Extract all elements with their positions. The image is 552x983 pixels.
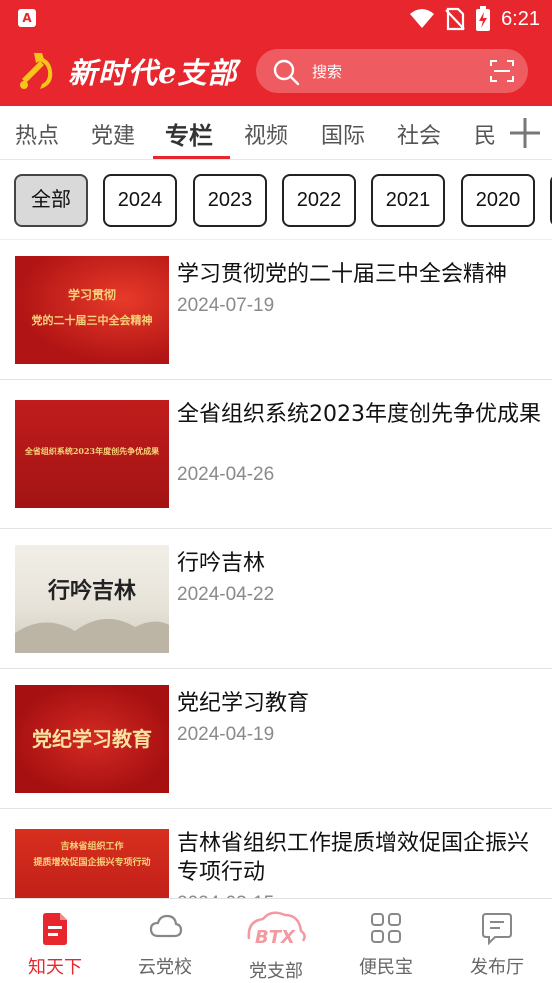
document-icon [43, 913, 67, 945]
thumbnail-caption-line: 吉林省组织工作 [60, 842, 124, 852]
tab-hot[interactable]: 热点 [15, 118, 59, 150]
list-item[interactable]: 党纪学习教育 党纪学习教育 2024-04-19 [0, 669, 552, 809]
tab-party-building[interactable]: 党建 [91, 118, 135, 150]
article-title: 学习贯彻党的二十届三中全会精神 [177, 262, 508, 287]
year-chip-2020[interactable]: 2020 [461, 174, 535, 227]
nav-label: 党支部 [249, 961, 303, 982]
year-filter-bar: 全部 2024 2023 2022 2021 2020 [0, 160, 552, 240]
list-item[interactable]: 全省组织系统2023年度创先争优成果 全省组织系统2023年度创先争优成果 20… [0, 380, 552, 529]
list-item[interactable]: 行吟吉林 行吟吉林 2024-04-22 [0, 529, 552, 669]
article-title: 全省组织系统2023年度创先争优成果 [177, 402, 541, 427]
app-notification-icon: A [18, 9, 36, 27]
article-date: 2024-07-19 [177, 295, 275, 316]
nav-convenience[interactable]: 便民宝 [331, 899, 441, 983]
mountain-decoration [15, 618, 169, 653]
article-thumbnail: 吉林省组织工作 提质增效促国企振兴专项行动 [15, 829, 169, 898]
nav-party-branch[interactable]: BTX 党支部 [221, 899, 331, 983]
bottom-navigation: 知天下 云党校 BTX 党支部 便民宝 发布厅 [0, 898, 552, 983]
battery-charging-icon [476, 6, 491, 31]
article-title: 吉林省组织工作提质增效促国企振兴专项行动 [177, 831, 530, 885]
message-icon [482, 913, 512, 946]
tab-society[interactable]: 社会 [397, 118, 441, 150]
active-tab-indicator [153, 156, 230, 159]
app-header: 新时代e支部 搜索 [0, 38, 552, 106]
search-bar[interactable]: 搜索 [256, 49, 528, 93]
year-chip-2023[interactable]: 2023 [193, 174, 267, 227]
nav-label: 云党校 [138, 957, 192, 978]
year-chip-all[interactable]: 全部 [14, 174, 88, 227]
thumbnail-caption-line: 学习贯彻 [67, 288, 116, 302]
tab-video[interactable]: 视频 [244, 118, 288, 150]
thumbnail-caption-line: 党纪学习教育 [32, 727, 152, 751]
article-thumbnail: 学习贯彻 党的二十届三中全会精神 [15, 256, 169, 364]
status-icons: 6:21 [409, 4, 540, 34]
grid-icon [371, 913, 401, 943]
article-list: 学习贯彻 党的二十届三中全会精神 学习贯彻党的二十届三中全会精神 2024-07… [0, 240, 552, 898]
nav-label: 发布厅 [470, 957, 524, 978]
article-title: 行吟吉林 [177, 551, 266, 576]
no-sim-icon [445, 7, 465, 31]
year-chip-2024[interactable]: 2024 [103, 174, 177, 227]
year-chip-2021[interactable]: 2021 [371, 174, 445, 227]
nav-cloud-school[interactable]: 云党校 [110, 899, 220, 983]
article-thumbnail: 党纪学习教育 [15, 685, 169, 793]
nav-label: 知天下 [28, 957, 82, 978]
article-date: 2024-04-26 [177, 464, 275, 485]
year-chip-2022[interactable]: 2022 [282, 174, 356, 227]
app-screen: A 6:21 新时代e支部 搜索 热点 党建 专栏 视频 国际 社会 民 全部 … [0, 0, 552, 983]
tab-people[interactable]: 民 [474, 118, 496, 150]
article-thumbnail: 全省组织系统2023年度创先争优成果 [15, 400, 169, 508]
search-icon [273, 59, 300, 86]
list-item[interactable]: 吉林省组织工作 提质增效促国企振兴专项行动 吉林省组织工作提质增效促国企振兴专项… [0, 809, 552, 898]
cloud-icon [149, 914, 183, 938]
tab-column[interactable]: 专栏 [165, 116, 213, 151]
nav-news[interactable]: 知天下 [0, 899, 110, 983]
wifi-icon [410, 9, 435, 28]
app-title: 新时代e支部 [68, 56, 238, 90]
article-thumbnail: 行吟吉林 [15, 545, 169, 653]
party-emblem-icon [20, 53, 53, 89]
clock: 6:21 [501, 7, 540, 30]
article-date: 2024-04-22 [177, 584, 275, 605]
list-item[interactable]: 学习贯彻 党的二十届三中全会精神 学习贯彻党的二十届三中全会精神 2024-07… [0, 240, 552, 380]
thumbnail-caption-line: 党的二十届三中全会精神 [31, 314, 153, 327]
svg-text:BTX: BTX [255, 927, 296, 948]
article-date: 2024-04-19 [177, 724, 275, 745]
article-title: 党纪学习教育 [177, 691, 310, 716]
btx-logo-icon: BTX [247, 911, 306, 948]
nav-label: 便民宝 [359, 957, 413, 978]
tab-international[interactable]: 国际 [321, 118, 365, 150]
plus-icon [510, 118, 540, 148]
search-placeholder: 搜索 [312, 63, 343, 81]
thumbnail-caption-line: 提质增效促国企振兴专项行动 [33, 858, 151, 868]
app-logo: 新时代e支部 [14, 48, 237, 94]
scan-icon[interactable] [490, 59, 514, 83]
category-tabs: 热点 党建 专栏 视频 国际 社会 民 [0, 106, 552, 160]
thumbnail-caption-line: 行吟吉林 [47, 578, 136, 604]
thumbnail-caption-line: 全省组织系统2023年度创先争优成果 [24, 446, 160, 456]
add-channel-button[interactable] [498, 106, 552, 159]
nav-release-hall[interactable]: 发布厅 [442, 899, 552, 983]
status-bar: A 6:21 [0, 0, 552, 38]
